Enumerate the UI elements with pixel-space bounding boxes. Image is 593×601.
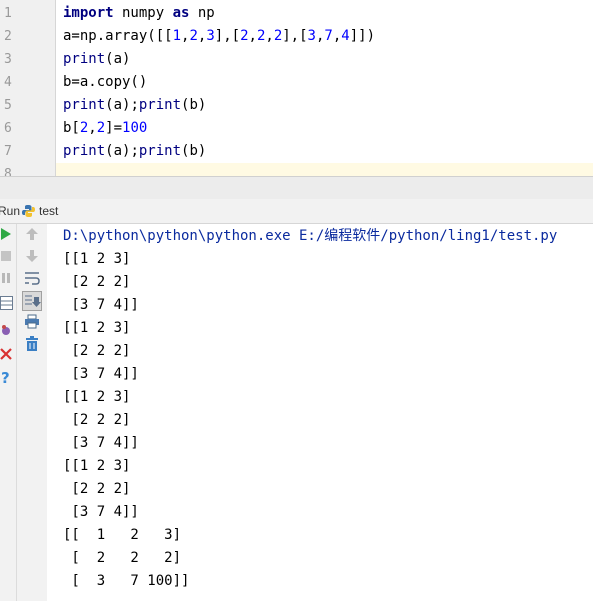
code-number: 2 xyxy=(189,28,198,44)
line-number: 4 xyxy=(4,75,12,90)
console-output-line: [2 2 2] xyxy=(63,412,131,428)
scroll-to-end-icon[interactable] xyxy=(22,291,42,311)
soft-wrap-icon[interactable] xyxy=(24,271,40,286)
console-output-line: [[1 2 3] xyxy=(63,320,131,336)
code-text: (a) xyxy=(105,51,131,67)
console-output-line: [3 7 4]] xyxy=(63,366,139,382)
line-number-gutter: 1 2 3 4 5 6 7 8 xyxy=(0,0,56,176)
code-text: , xyxy=(265,28,274,44)
line-number: 6 xyxy=(4,121,12,136)
code-line[interactable]: print(a) xyxy=(63,48,130,71)
code-text: (b) xyxy=(181,97,207,113)
stop-icon[interactable] xyxy=(0,250,12,262)
code-number: 2 xyxy=(96,120,106,136)
code-text: np xyxy=(189,5,215,21)
line-number: 3 xyxy=(4,52,12,67)
code-function: print xyxy=(138,97,182,113)
console-output-line: [[ 1 2 3] xyxy=(63,527,182,543)
code-text: ],[ xyxy=(282,28,308,44)
code-number: 7 xyxy=(324,28,333,44)
code-line[interactable]: print(a);print(b) xyxy=(63,94,206,117)
run-icon[interactable] xyxy=(0,227,12,241)
console-output-line: [3 7 4]] xyxy=(63,297,139,313)
code-text: b=a.copy() xyxy=(63,74,148,90)
line-number: 1 xyxy=(4,6,12,21)
console-output-line: [[1 2 3] xyxy=(63,251,131,267)
code-text: ]= xyxy=(105,120,123,136)
console-output-line: [ 2 2 2] xyxy=(63,550,182,566)
line-number: 8 xyxy=(4,167,12,176)
line-number: 5 xyxy=(4,98,12,113)
trash-icon[interactable] xyxy=(25,336,39,352)
console-output-line: [3 7 4]] xyxy=(63,435,139,451)
code-function: print xyxy=(63,143,106,159)
code-number: 100 xyxy=(122,120,148,136)
console-output-line: [2 2 2] xyxy=(63,481,131,497)
code-number: 3 xyxy=(206,28,215,44)
code-keyword: import xyxy=(63,5,114,21)
code-number: 1 xyxy=(172,28,182,44)
code-text: (a); xyxy=(105,143,139,159)
code-text: , xyxy=(88,120,97,136)
run-toolbar-right xyxy=(17,224,48,601)
console-output-line: [3 7 4]] xyxy=(63,504,139,520)
close-icon[interactable] xyxy=(0,348,12,360)
run-panel-header: Run test xyxy=(0,199,593,224)
code-number: 3 xyxy=(307,28,316,44)
console-output[interactable]: D:\python\python\python.exe E:/编程软件/pyth… xyxy=(47,224,593,601)
layout-icon[interactable] xyxy=(0,296,13,310)
code-number: 2 xyxy=(240,28,249,44)
code-line[interactable]: print(a);print(b) xyxy=(63,140,206,163)
code-line[interactable]: a=np.array([[1,2,3],[2,2,2],[3,7,4]]) xyxy=(63,25,375,48)
code-text: b[ xyxy=(63,120,80,136)
code-line[interactable]: b=a.copy() xyxy=(63,71,147,94)
code-text: , xyxy=(248,28,257,44)
line-number: 2 xyxy=(4,29,12,44)
code-editor[interactable]: 1 2 3 4 5 6 7 8 import numpy as np a=np.… xyxy=(0,0,593,176)
panel-splitter[interactable] xyxy=(0,176,593,200)
code-text: numpy xyxy=(113,5,173,21)
code-function: print xyxy=(138,143,182,159)
run-panel-title: Run xyxy=(0,204,21,218)
code-line[interactable]: import numpy as np xyxy=(63,2,215,25)
pause-icon[interactable] xyxy=(0,272,12,284)
python-file-icon xyxy=(22,205,35,217)
console-command-line: D:\python\python\python.exe E:/编程软件/pyth… xyxy=(63,228,558,244)
code-function: print xyxy=(63,51,106,67)
console-output-line: [2 2 2] xyxy=(63,343,131,359)
up-arrow-icon[interactable] xyxy=(25,227,39,241)
console-output-line: [ 3 7 100]] xyxy=(63,573,190,589)
down-arrow-icon[interactable] xyxy=(25,249,39,263)
console-output-line: [[1 2 3] xyxy=(63,458,131,474)
code-text: (b) xyxy=(181,143,207,159)
code-line[interactable]: b[2,2]=100 xyxy=(63,117,147,140)
svg-text:?: ? xyxy=(1,369,10,385)
code-text: ],[ xyxy=(214,28,241,44)
code-number: 4 xyxy=(341,28,350,44)
code-line-current[interactable] xyxy=(56,163,593,176)
print-icon[interactable] xyxy=(24,314,40,329)
debug-icon[interactable] xyxy=(0,323,12,337)
code-function: print xyxy=(63,97,106,113)
help-icon[interactable]: ? xyxy=(0,369,12,385)
code-number: 2 xyxy=(273,28,283,44)
run-tab-test[interactable]: test xyxy=(39,204,58,218)
line-number: 7 xyxy=(4,144,12,159)
code-keyword: as xyxy=(172,5,190,21)
run-toolbar-left: ? xyxy=(0,224,17,601)
code-text: (a); xyxy=(105,97,139,113)
console-output-line: [[1 2 3] xyxy=(63,389,131,405)
code-text: a=np.array([[ xyxy=(63,28,173,44)
console-output-line: [2 2 2] xyxy=(63,274,131,290)
code-text: ]]) xyxy=(349,28,376,44)
